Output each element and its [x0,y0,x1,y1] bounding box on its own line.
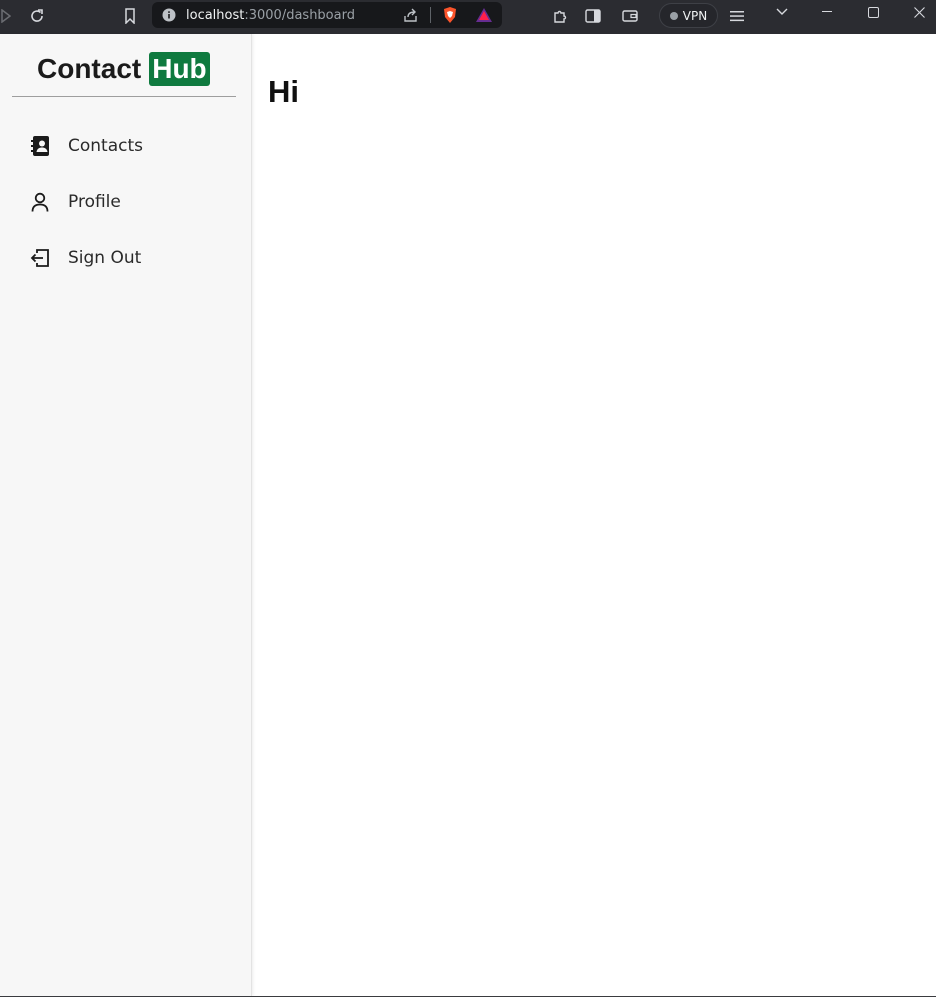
bookmark-icon[interactable] [120,6,140,26]
page-title: Hi [268,74,299,109]
extensions-icon[interactable] [551,7,569,25]
sidebar: Contact Hub Contacts Profile Sign Out [0,34,252,996]
maximize-icon[interactable] [864,4,882,20]
contact-book-icon [18,135,62,157]
address-bar[interactable]: localhost:3000/dashboard [152,2,502,28]
info-icon[interactable] [161,7,177,23]
sidebar-item-label: Contacts [68,136,143,156]
brave-shields-icon[interactable] [440,5,460,25]
logo-divider [12,96,236,97]
reload-icon[interactable] [27,6,47,26]
sidebar-item-label: Profile [68,192,121,212]
vpn-status-dot [669,11,678,20]
minimize-icon[interactable] [818,4,836,20]
menu-icon[interactable] [728,7,746,25]
sidebar-item-profile[interactable]: Profile [18,180,238,224]
sign-out-icon [18,247,62,269]
brave-rewards-icon[interactable] [474,5,494,25]
share-icon[interactable] [402,6,420,24]
page-viewport: Contact Hub Contacts Profile Sign Out Hi [0,34,936,996]
url-text[interactable]: localhost:3000/dashboard [186,8,355,23]
tab-search-icon[interactable] [773,5,791,19]
vpn-label: VPN [682,8,708,23]
sidebar-item-label: Sign Out [68,248,142,268]
sidebar-icon[interactable] [584,7,602,25]
wallet-icon[interactable] [621,7,639,25]
close-icon[interactable] [910,4,928,20]
forward-icon[interactable] [0,8,12,24]
sidebar-item-contacts[interactable]: Contacts [18,124,238,168]
logo[interactable]: Contact Hub [37,52,210,86]
browser-toolbar: localhost:3000/dashboard VPN [0,0,936,34]
vpn-button[interactable]: VPN [659,3,718,28]
sidebar-item-sign-out[interactable]: Sign Out [18,236,238,280]
logo-badge: Hub [149,52,210,86]
logo-text: Contact [37,53,142,84]
url-path: :3000/dashboard [244,8,355,23]
person-icon [18,191,62,213]
url-host: localhost [186,8,245,23]
address-separator [430,7,431,23]
